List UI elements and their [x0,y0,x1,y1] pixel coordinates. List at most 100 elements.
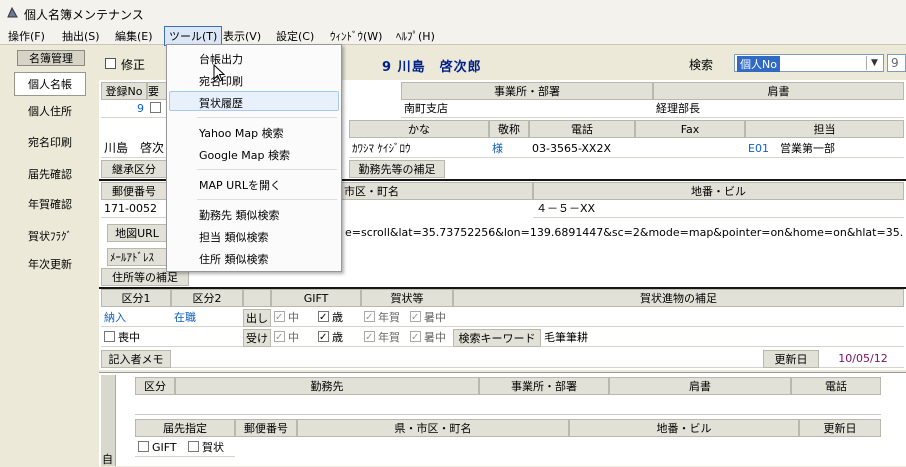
menu-extract[interactable]: 抽出(S) [62,28,100,44]
chevron-down-icon[interactable]: ▼ [866,56,882,70]
send-nenga-checkbox[interactable]: 年賀 [361,309,407,327]
menu-help[interactable]: ﾍﾙﾌﾟ(H) [396,28,435,44]
receive-shochu-checkbox[interactable]: 暑中 [407,329,453,347]
reg-no-checkbox[interactable] [147,100,167,118]
staff-field[interactable]: 営業第一部 [777,140,904,158]
sidebar-item-card-flag[interactable]: 賀状ﾌﾗｸﾞ [14,225,86,249]
blank-header [243,289,271,307]
sidebar-item-newyear-check[interactable]: 年賀確認 [14,193,86,217]
reg-no-value[interactable]: 9 [101,100,147,118]
postal-field[interactable]: 171-0052 [101,200,167,218]
card-supp-field[interactable] [453,309,904,327]
card-label: 賀状等 [361,289,453,307]
grid-gift-checkbox[interactable]: GIFT [135,439,185,457]
grid-col-postal: 郵便番号 [235,419,297,437]
title-field[interactable]: 経理部長 [653,100,904,118]
name-field[interactable]: 川島 啓次 [101,140,167,158]
menu-view[interactable]: 表示(V) [223,28,261,44]
gift-label: GIFT [271,289,361,307]
memo-field[interactable] [171,350,763,368]
menu-item-card-history[interactable]: 賀状履歴 [199,95,243,111]
grid-col-kubun: 区分 [135,377,175,395]
updated-field: 10/05/12 [819,350,904,368]
grid-col-dest: 届先指定 [135,419,235,437]
send-label: 出し [243,309,271,327]
menu-item-work-similar[interactable]: 勤務先 類似検索 [199,207,280,223]
send-gift-sai-checkbox[interactable]: 歳 [315,309,361,327]
receive-gift-chu-checkbox[interactable]: 中 [271,329,315,347]
grid-row[interactable] [135,397,881,415]
fax-label: Fax [635,120,745,138]
reg-no-label: 登録No [101,82,147,100]
street-label: 地番・ビル [533,182,904,200]
menu-item-open-map-url[interactable]: MAP URLを開く [199,177,281,193]
document-icon [105,58,116,69]
fax-field[interactable] [635,140,745,158]
menu-divider [197,199,337,200]
app-icon [7,6,18,18]
inherit-label: 継承区分 [101,160,167,178]
grid-row-header: 自 [101,375,116,466]
sidebar-item-annual-update[interactable]: 年次更新 [14,253,86,277]
grid-card-checkbox[interactable]: 賀状 [185,439,235,457]
office-field[interactable]: 南町支店 [401,100,653,118]
tools-menu: 台帳出力 宛名印刷 賀状履歴 Yahoo Map 検索 Google Map 検… [166,44,342,272]
grid-col-work: 勤務先 [175,377,479,395]
sidebar-item-address-print[interactable]: 宛名印刷 [14,131,86,155]
kubun1-field[interactable]: 納入 [101,309,171,327]
menu-operation[interactable]: 操作(F) [8,28,45,44]
memo-label: 記入者メモ [101,350,171,368]
sidebar-item-personal-ledger[interactable]: 個人名帳 [14,72,86,96]
grid-col-street: 地番・ビル [569,419,799,437]
window-title: 個人名簿メンテナンス [24,8,144,22]
menu-edit[interactable]: 編集(E) [115,28,153,44]
search-type-value: 個人No [737,56,780,72]
street-field[interactable]: ４－５－XX [533,200,904,218]
updated-label: 更新日 [763,350,819,368]
kubun1-label: 区分1 [101,289,171,307]
kubun2-label: 区分2 [171,289,243,307]
menu-item-staff-similar[interactable]: 担当 類似検索 [199,229,269,245]
keyword-field[interactable]: 毛筆筆耕 [541,329,904,347]
menu-item-yahoo-map[interactable]: Yahoo Map 検索 [199,125,284,141]
grid-col-phone: 電話 [791,377,881,395]
map-url-label: 地図URL [107,224,167,242]
edit-mode-label: 修正 [121,58,146,72]
sidebar: 名簿管理 個人名帳 個人住所 宛名印刷 届先確認 年賀確認 賀状ﾌﾗｸﾞ 年次更… [0,46,97,466]
staff-code-field[interactable]: E01 [745,140,777,158]
send-shochu-checkbox[interactable]: 暑中 [407,309,453,327]
phone-field[interactable]: 03-3565-XX2X [529,140,635,158]
sidebar-item-destination-check[interactable]: 届先確認 [14,163,86,187]
receive-gift-sai-checkbox[interactable]: 歳 [315,329,361,347]
kubun2-sub-field[interactable] [171,329,243,347]
work-supp-label: 勤務先等の補足 [349,160,445,178]
office-label: 事業所・部署 [401,82,653,100]
menu-tools[interactable]: ツール(T) [164,26,223,46]
menu-settings[interactable]: 設定(C) [276,28,314,44]
kubun2-field[interactable]: 在職 [171,309,243,327]
grid-col-office: 事業所・部署 [479,377,609,395]
search-input[interactable]: 9 [887,54,906,72]
menu-highlight [169,91,339,111]
send-gift-chu-checkbox[interactable]: 中 [271,309,315,327]
card-supp-label: 賀状進物の補足 [453,289,904,307]
pref-label: 市区・町名 [341,182,533,200]
map-url-field[interactable]: e=scroll&lat=35.73752256&lon=139.6891447… [342,224,904,242]
receive-label: 受け [243,329,271,347]
menu-window[interactable]: ｳｨﾝﾄﾞｳ(W) [330,28,382,44]
person-heading: 9 川島 啓次郎 [382,60,482,75]
honorific-field[interactable]: 様 [489,140,529,158]
mourning-checkbox[interactable]: 喪中 [101,329,171,347]
menu-item-google-map[interactable]: Google Map 検索 [199,147,290,163]
menu-item-address-similar[interactable]: 住所 類似検索 [199,251,269,267]
kana-field[interactable]: ｶﾜｼﾏ ｹｲｼﾞﾛｳ [349,140,489,158]
search-type-select[interactable]: 個人No ▼ [734,54,884,72]
mouse-cursor-icon [213,64,225,82]
honorific-label: 敬称 [489,120,529,138]
menu-divider [197,169,337,170]
receive-nenga-checkbox[interactable]: 年賀 [361,329,407,347]
title-label: 肩書 [653,82,904,100]
sidebar-item-personal-address[interactable]: 個人住所 [14,100,86,124]
grid-col-pref: 県・市区・町名 [297,419,569,437]
keyword-label: 検索キーワード [453,329,541,347]
